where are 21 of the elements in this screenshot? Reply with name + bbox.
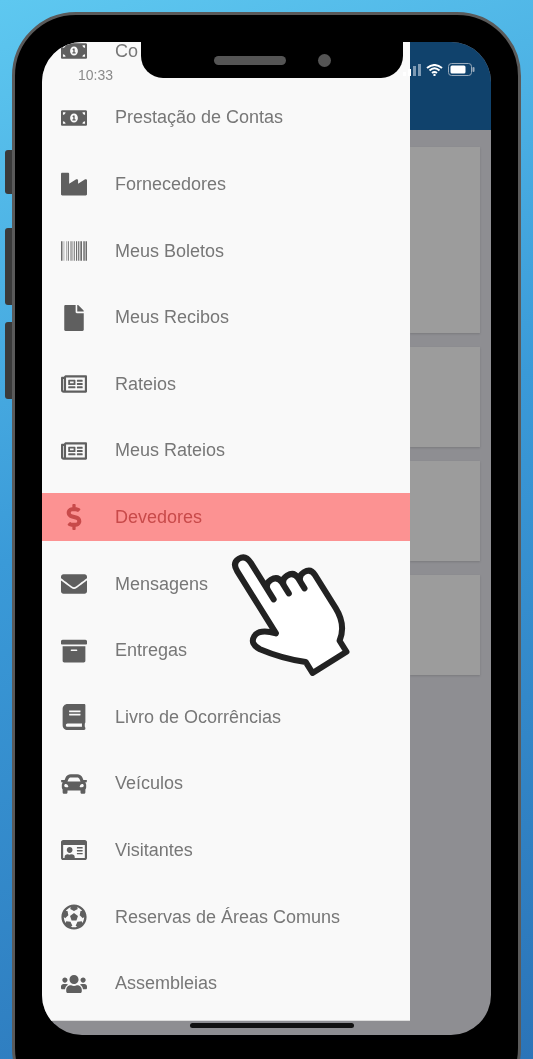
menu-item[interactable]: Rateios bbox=[42, 369, 179, 400]
menu-item[interactable]: Livro de Ocorrências bbox=[42, 702, 284, 733]
menu-item[interactable]: Meus Recibos bbox=[42, 302, 232, 333]
battery-icon bbox=[448, 63, 475, 76]
menu-item[interactable]: Fornecedores bbox=[42, 169, 229, 200]
menu-item[interactable]: Prestação de Contas bbox=[42, 102, 286, 133]
wifi-icon bbox=[426, 63, 443, 76]
menu-item[interactable]: Veículos bbox=[42, 768, 186, 799]
factory-icon bbox=[61, 171, 87, 198]
file-icon bbox=[61, 304, 87, 331]
archive-icon bbox=[61, 637, 87, 664]
status-time: 10:33 bbox=[78, 68, 114, 82]
menu-item[interactable]: Entregas bbox=[42, 635, 190, 666]
book-icon bbox=[61, 704, 87, 731]
menu-item[interactable]: Assembleias bbox=[42, 968, 220, 999]
menu-item[interactable]: Visitantes bbox=[42, 835, 195, 866]
menu-item[interactable]: Meus Rateios bbox=[42, 435, 228, 466]
menu-item[interactable]: Mensagens bbox=[42, 569, 211, 600]
menu-item[interactable]: Meus Boletos bbox=[42, 236, 227, 267]
menu-item[interactable]: Reservas de Áreas Comuns bbox=[42, 902, 343, 932]
menu-item[interactable]: Co bbox=[42, 42, 140, 67]
